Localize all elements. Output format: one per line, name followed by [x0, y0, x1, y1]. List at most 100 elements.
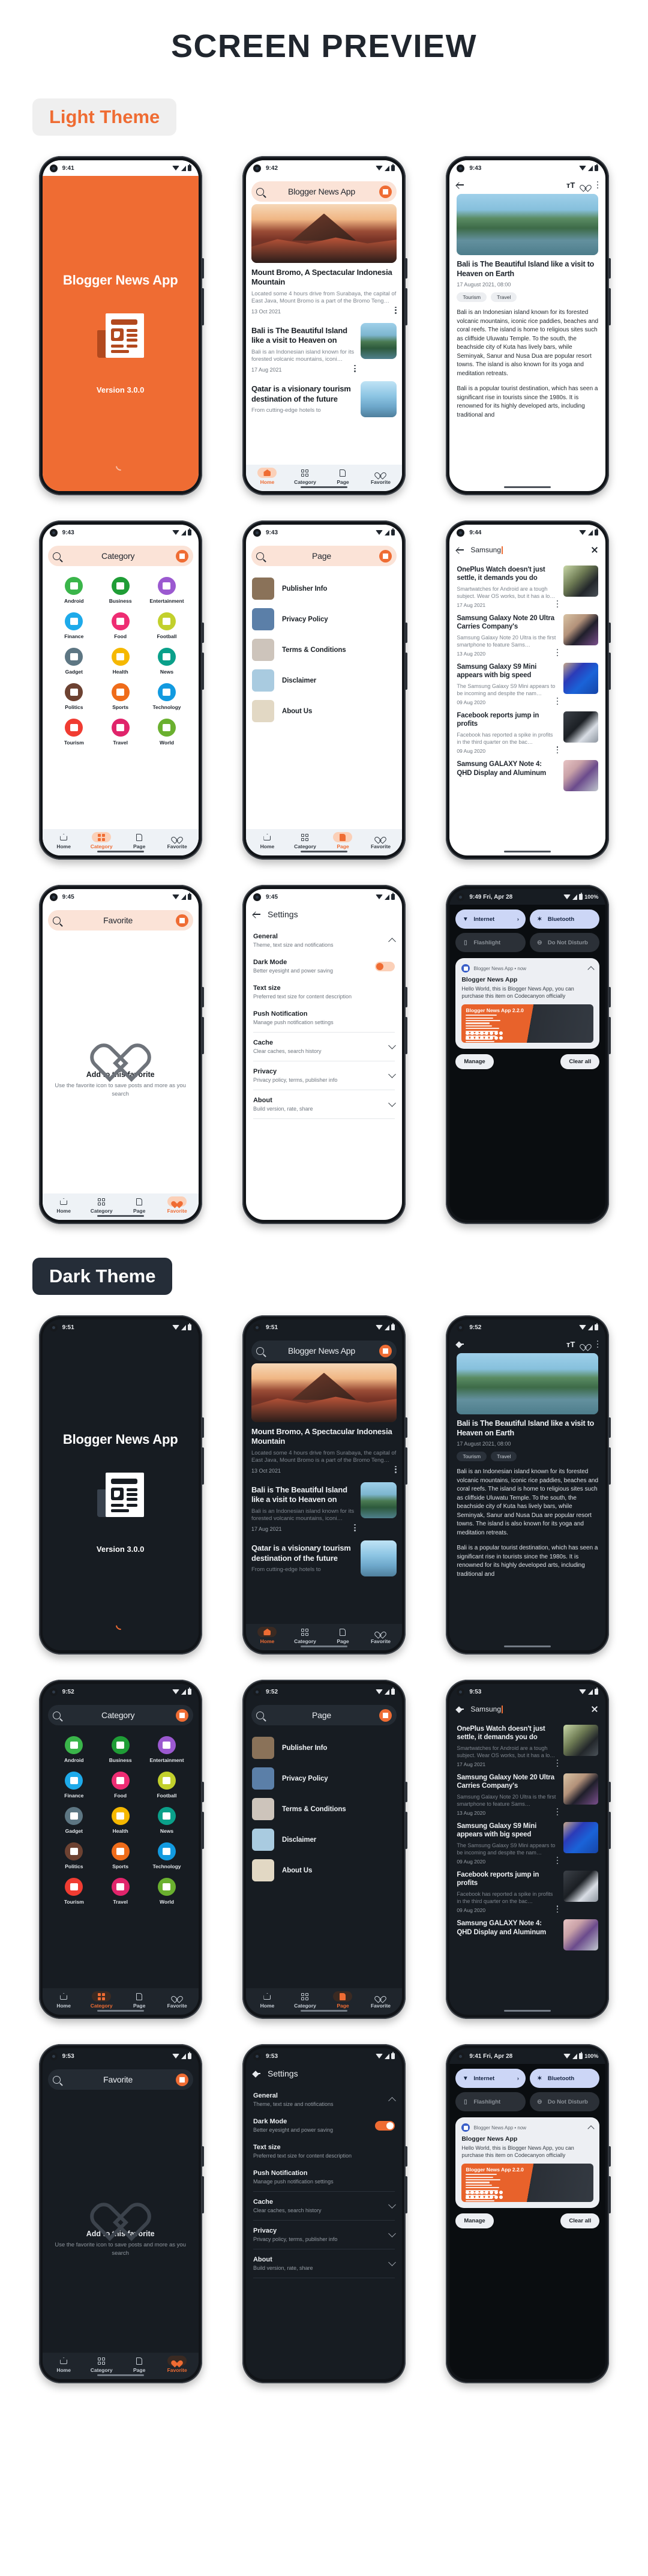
settings-row[interactable]: Push Notification Manage push notificati… [253, 2164, 395, 2190]
result-thumbnail[interactable] [563, 663, 599, 695]
search-result-item[interactable]: OnePlus Watch doesn't just settle, it de… [457, 1725, 599, 1767]
search-results[interactable]: OnePlus Watch doesn't just settle, it de… [449, 560, 605, 855]
result-thumbnail[interactable] [563, 614, 599, 646]
article-feed[interactable]: Mount Bromo, A Spectacular Indonesia Mou… [245, 1363, 402, 1624]
news-badge-icon[interactable] [379, 1344, 392, 1357]
search-input[interactable]: Samsung [470, 1705, 584, 1713]
category-item-health[interactable]: Health [97, 1807, 143, 1834]
page-list-item[interactable]: Privacy Policy [251, 604, 396, 635]
notification-card[interactable]: Blogger News App • now Blogger News App … [455, 2117, 600, 2209]
result-thumbnail[interactable] [563, 1871, 599, 1902]
search-icon[interactable] [256, 187, 264, 196]
more-vertical-icon[interactable] [556, 1760, 559, 1767]
app-search-bar[interactable]: Category [47, 1705, 193, 1725]
app-search-bar[interactable]: Blogger News App [251, 1341, 397, 1361]
nav-item-category[interactable]: Category [83, 1991, 121, 2009]
qs-tile-do-not-disturb[interactable]: ⊖ Do Not Disturb [529, 933, 600, 952]
category-item-tourism[interactable]: Tourism [51, 1878, 97, 1905]
app-search-bar[interactable]: Blogger News App [251, 181, 397, 202]
volume-button[interactable] [201, 653, 204, 690]
search-result-item[interactable]: Samsung Galaxy S9 Mini appears with big … [457, 663, 599, 705]
qs-tile-bluetooth[interactable]: ✶ Bluetooth [529, 909, 600, 929]
category-item-entertainment[interactable]: Entertainment [143, 577, 190, 604]
more-vertical-icon[interactable] [556, 1905, 559, 1913]
settings-list[interactable]: General Theme, text size and notificatio… [246, 2083, 402, 2379]
tag-chip[interactable]: Tourism [457, 1452, 487, 1462]
category-item-football[interactable]: Football [143, 1772, 190, 1799]
nav-item-page[interactable]: Page [324, 468, 362, 485]
dark-mode-toggle[interactable] [374, 961, 395, 971]
heart-outline-icon[interactable] [582, 182, 589, 189]
power-button[interactable] [404, 1782, 407, 1802]
result-thumbnail[interactable] [563, 711, 599, 743]
app-search-bar[interactable]: Favorite [47, 910, 193, 931]
category-item-android[interactable]: Android [51, 1736, 97, 1763]
category-item-finance[interactable]: Finance [51, 1772, 97, 1799]
settings-row[interactable]: Push Notification Manage push notificati… [253, 1005, 395, 1031]
page-list-item[interactable]: Privacy Policy [251, 1763, 396, 1794]
category-item-gadget[interactable]: Gadget [51, 648, 97, 675]
article-thumbnail[interactable] [360, 323, 397, 360]
clear-all-button[interactable]: Clear all [560, 2213, 600, 2229]
nav-item-home[interactable]: Home [45, 1991, 83, 2009]
chevron-down-icon[interactable] [388, 2201, 396, 2209]
category-item-tourism[interactable]: Tourism [51, 719, 97, 746]
result-thumbnail[interactable] [563, 566, 599, 597]
chevron-right-icon[interactable]: › [517, 916, 519, 922]
more-vertical-icon[interactable] [354, 1524, 356, 1531]
app-search-bar[interactable]: Category [47, 546, 193, 566]
nav-item-favorite[interactable]: Favorite [362, 1627, 400, 1644]
category-item-sports[interactable]: Sports [97, 1842, 143, 1869]
category-item-world[interactable]: World [143, 1878, 190, 1905]
page-list[interactable]: Publisher Info Privacy Policy Terms & Co… [246, 569, 402, 829]
volume-button[interactable] [404, 653, 407, 690]
qs-tile-flashlight[interactable]: ▯ Flashlight [455, 933, 526, 952]
category-item-sports[interactable]: Sports [97, 683, 143, 710]
result-thumbnail[interactable] [563, 1773, 599, 1805]
search-result-item[interactable]: Samsung Galaxy Note 20 Ultra Carries Com… [457, 614, 599, 657]
category-item-politics[interactable]: Politics [51, 683, 97, 710]
search-input[interactable]: Samsung [470, 546, 584, 554]
article-row[interactable]: Bali is The Beautiful Island like a visi… [251, 321, 397, 373]
power-button[interactable] [608, 987, 611, 1007]
power-button[interactable] [404, 258, 407, 279]
back-arrow-icon[interactable] [457, 1706, 464, 1713]
search-icon[interactable] [256, 1347, 264, 1355]
article-title[interactable]: Mount Bromo, A Spectacular Indonesia Mou… [251, 1427, 397, 1447]
article-hero-image[interactable] [251, 1363, 397, 1422]
category-item-travel[interactable]: Travel [97, 719, 143, 746]
nav-item-favorite[interactable]: Favorite [362, 1991, 400, 2009]
settings-row[interactable]: Cache Clear caches, search history [253, 1034, 396, 1060]
nav-item-page[interactable]: Page [121, 2356, 158, 2373]
qs-tile-do-not-disturb[interactable]: ⊖ Do Not Disturb [529, 2092, 600, 2111]
more-vertical-icon[interactable] [395, 306, 397, 314]
power-button[interactable] [201, 1417, 204, 1438]
search-icon[interactable] [52, 1711, 61, 1719]
nav-item-category[interactable]: Category [286, 832, 324, 849]
more-vertical-icon[interactable] [556, 600, 559, 608]
news-badge-icon[interactable] [175, 549, 188, 563]
category-grid[interactable]: Android Business Entertainment Finance F… [43, 1728, 199, 1988]
power-button[interactable] [404, 1417, 407, 1438]
back-arrow-icon[interactable] [253, 911, 260, 918]
settings-row[interactable]: General Theme, text size and notificatio… [253, 928, 396, 953]
chevron-down-icon[interactable] [388, 1070, 396, 1078]
volume-button[interactable] [608, 1812, 611, 1849]
nav-item-category[interactable]: Category [286, 1627, 324, 1644]
power-button[interactable] [201, 2146, 204, 2167]
volume-button[interactable] [608, 1017, 611, 1054]
search-icon[interactable] [256, 552, 264, 560]
page-list-item[interactable]: About Us [251, 696, 396, 726]
power-button[interactable] [608, 623, 611, 643]
chevron-down-icon[interactable] [388, 2258, 396, 2266]
power-button[interactable] [608, 1782, 611, 1802]
dark-mode-toggle[interactable] [374, 2120, 395, 2131]
volume-button[interactable] [201, 1812, 204, 1849]
nav-item-home[interactable]: Home [248, 832, 286, 849]
article-thumbnail[interactable] [360, 381, 397, 418]
volume-button[interactable] [608, 1447, 611, 1485]
article-title[interactable]: Qatar is a visionary tourism destination… [251, 1543, 356, 1563]
category-item-food[interactable]: Food [97, 612, 143, 639]
category-item-food[interactable]: Food [97, 1772, 143, 1799]
category-item-news[interactable]: News [143, 648, 190, 675]
